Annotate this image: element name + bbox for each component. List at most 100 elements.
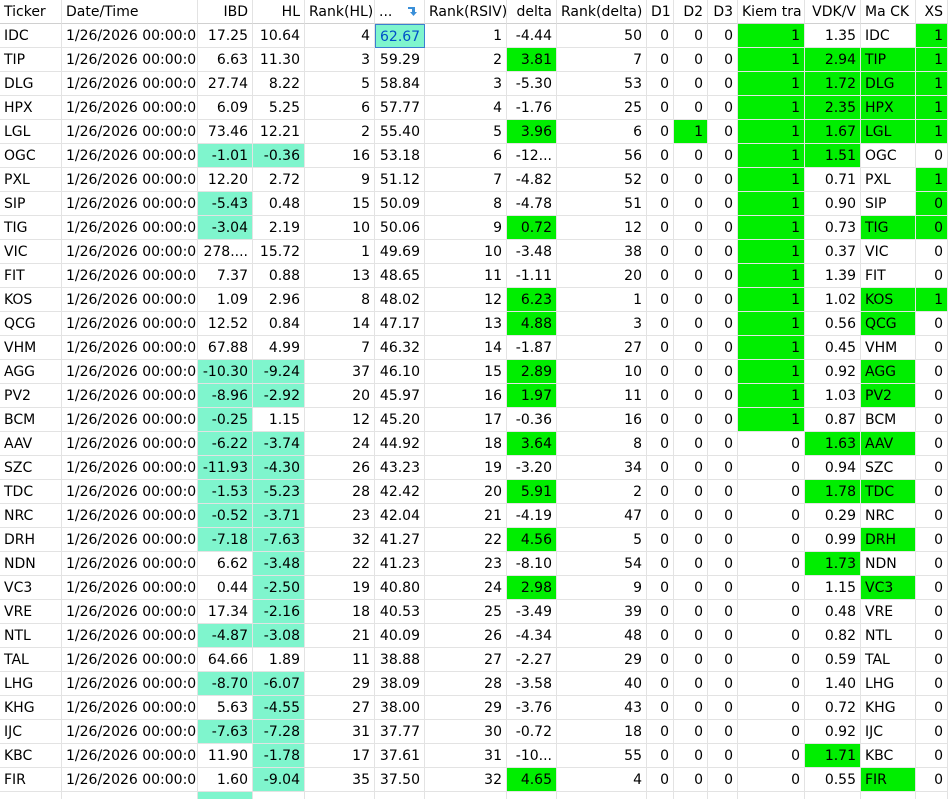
cell-ibd[interactable]: -8.70 (198, 672, 253, 696)
cell-mack[interactable]: NRC (861, 504, 916, 528)
cell-rank_hl[interactable]: 32 (305, 528, 375, 552)
cell-ibd[interactable]: -1.01 (198, 144, 253, 168)
cell-rsiv[interactable]: 55.40 (375, 120, 425, 144)
cell-hl[interactable]: 2.96 (253, 288, 305, 312)
cell-d1[interactable]: 0 (647, 96, 674, 120)
cell-hl[interactable]: -3.48 (253, 552, 305, 576)
cell-dt[interactable]: 1/26/2026 00:00:00 (62, 240, 198, 264)
table-row[interactable]: TAL 1/26/2026 00:00:00 64.66 1.89 11 38.88 27-… (0, 648, 948, 672)
cell-rsiv[interactable]: 37.77 (375, 720, 425, 744)
cell-xs[interactable]: 0 (916, 456, 948, 480)
cell-d1[interactable]: 0 (647, 552, 674, 576)
column-header-ibd[interactable]: IBD (198, 0, 253, 24)
cell-dt[interactable]: 1/26/2026 00:00:00 (62, 576, 198, 600)
cell-rank_delta[interactable]: 1 (557, 288, 647, 312)
cell-vdk[interactable]: 1.71 (805, 744, 861, 768)
cell-rsiv[interactable]: 37.61 (375, 744, 425, 768)
cell-d3[interactable]: 0 (708, 672, 738, 696)
cell-rank_hl[interactable]: 5 (305, 72, 375, 96)
cell-kiem[interactable]: 0 (738, 648, 805, 672)
cell-d3[interactable]: 0 (708, 216, 738, 240)
table-row[interactable]: DRH 1/26/2026 00:00:00 -7.18 -7.63 32 41.27 22… (0, 528, 948, 552)
cell-rank_hl[interactable]: 3 (305, 48, 375, 72)
cell-ticker[interactable]: IJC (0, 720, 62, 744)
cell-mack[interactable]: AAV (861, 432, 916, 456)
cell-hl[interactable]: -2.92 (253, 384, 305, 408)
table-row[interactable]: IDC 1/26/2026 00:00:00 17.25 10.64 4 62.67 1 -4… (0, 24, 948, 48)
column-header-delta[interactable]: delta (507, 0, 557, 24)
cell-kiem[interactable]: 0 (738, 624, 805, 648)
cell-dt[interactable]: 1/26/2026 00:00:00 (62, 24, 198, 48)
cell-rank_delta[interactable]: 3 (557, 312, 647, 336)
cell-d1[interactable]: 0 (647, 360, 674, 384)
cell-xs[interactable]: 0 (916, 720, 948, 744)
cell-dt[interactable]: 1/26/2026 00:00:00 (62, 264, 198, 288)
cell-rank_delta[interactable]: 20 (557, 264, 647, 288)
table-row[interactable]: LHG 1/26/2026 00:00:00 -8.70 -6.07 29 38.09 28… (0, 672, 948, 696)
column-header-xs[interactable]: XS (916, 0, 948, 24)
cell-mack[interactable]: KHG (861, 696, 916, 720)
cell-ibd[interactable]: -0.25 (198, 408, 253, 432)
cell-d3[interactable]: 0 (708, 648, 738, 672)
cell-d1[interactable]: 0 (647, 696, 674, 720)
cell-ticker[interactable]: NTL (0, 624, 62, 648)
cell-d1[interactable]: 0 (647, 480, 674, 504)
sort-desc-arrow-icon[interactable] (406, 1, 418, 16)
cell-rsiv[interactable]: 45.97 (375, 384, 425, 408)
table-row[interactable]: PXL 1/26/2026 00:00:00 12.20 2.72 9 51.12 7 -4.… (0, 168, 948, 192)
cell-ticker[interactable]: VHM (0, 336, 62, 360)
cell-rsiv[interactable]: 53.18 (375, 144, 425, 168)
cell-d3[interactable]: 0 (708, 696, 738, 720)
cell-rank_delta[interactable]: 8 (557, 432, 647, 456)
table-row[interactable]: PV2 1/26/2026 00:00:00 -8.96 -2.92 20 45.97 16… (0, 384, 948, 408)
cell-delta[interactable]: 4.56 (507, 528, 557, 552)
cell-rank_hl[interactable]: 21 (305, 624, 375, 648)
cell-ibd[interactable]: 67.88 (198, 336, 253, 360)
cell-kiem[interactable]: 1 (738, 192, 805, 216)
cell-ibd[interactable]: 6.63 (198, 48, 253, 72)
cell-ticker[interactable]: PV2 (0, 384, 62, 408)
column-header-dt[interactable]: Date/Time (62, 0, 198, 24)
column-header-kiem[interactable]: Kiem tra (738, 0, 805, 24)
cell-delta[interactable]: 6.23 (507, 288, 557, 312)
cell-ticker[interactable]: TIP (0, 48, 62, 72)
cell-hl[interactable]: 1.15 (253, 408, 305, 432)
cell-mack[interactable]: SIP (861, 192, 916, 216)
cell-rank_delta[interactable]: 10 (557, 360, 647, 384)
cell-dt[interactable]: 1/26/2026 00:00:00 (62, 528, 198, 552)
cell-rank_delta[interactable]: 51 (557, 192, 647, 216)
cell-xs[interactable]: 0 (916, 624, 948, 648)
cell-vdk[interactable]: 1.73 (805, 552, 861, 576)
cell-mack[interactable]: AGG (861, 360, 916, 384)
cell-d3[interactable]: 0 (708, 480, 738, 504)
cell-hl[interactable]: -0.36 (253, 144, 305, 168)
cell-hl[interactable]: 1.89 (253, 648, 305, 672)
cell-rsiv[interactable]: 62.67 (375, 24, 425, 48)
cell-ticker[interactable]: VRE (0, 600, 62, 624)
cell-vdk[interactable]: 0.87 (805, 408, 861, 432)
cell-ticker[interactable]: KHG (0, 696, 62, 720)
cell-d3[interactable]: 0 (708, 264, 738, 288)
cell-dt[interactable]: 1/26/2026 00:00:00 (62, 360, 198, 384)
cell-hl[interactable]: 5.25 (253, 96, 305, 120)
cell-xs[interactable]: 0 (916, 648, 948, 672)
cell-ibd[interactable]: 12.52 (198, 312, 253, 336)
cell-d1[interactable]: 0 (647, 120, 674, 144)
cell-mack[interactable]: LGL (861, 120, 916, 144)
cell-delta[interactable]: -3.20 (507, 456, 557, 480)
cell-vdk[interactable]: 0.55 (805, 768, 861, 792)
cell-vdk[interactable]: 2.94 (805, 48, 861, 72)
cell-vdk[interactable]: 1.63 (805, 432, 861, 456)
column-header-rank_delta[interactable]: Rank(delta) (557, 0, 647, 24)
cell-mack[interactable]: FIT (861, 264, 916, 288)
cell-d3[interactable]: 0 (708, 432, 738, 456)
cell-rsiv[interactable]: 38.00 (375, 696, 425, 720)
table-row[interactable]: FIT 1/26/2026 00:00:00 7.37 0.88 13 48.65 11 -1… (0, 264, 948, 288)
cell-rank_hl[interactable]: 10 (305, 216, 375, 240)
cell-mack[interactable]: PV2 (861, 384, 916, 408)
cell-mack[interactable]: TIG (861, 216, 916, 240)
cell-rank_hl[interactable]: 23 (305, 504, 375, 528)
cell-rank_hl[interactable]: 1 (305, 240, 375, 264)
cell-kiem[interactable]: 1 (738, 384, 805, 408)
cell-d3[interactable]: 0 (708, 504, 738, 528)
